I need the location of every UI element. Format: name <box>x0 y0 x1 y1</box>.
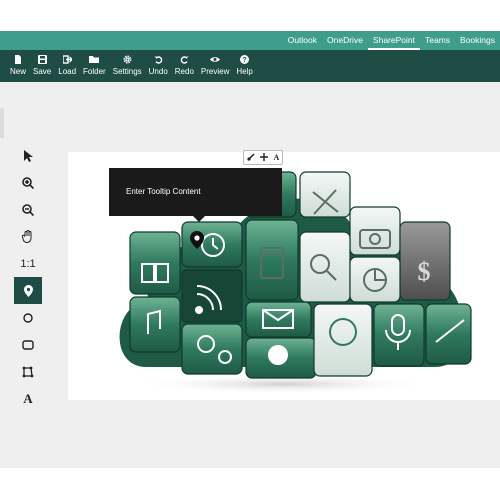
app-root: Outlook OneDrive SharePoint Teams Bookin… <box>0 0 500 500</box>
new-button[interactable]: New <box>10 50 26 82</box>
marker-tool[interactable] <box>14 277 42 304</box>
save-icon <box>37 55 47 66</box>
eye-icon <box>210 55 221 66</box>
left-edge-strip <box>0 108 4 138</box>
nav-link-onedrive[interactable]: OneDrive <box>322 31 368 50</box>
cursor-icon <box>24 149 33 162</box>
nav-link-sharepoint[interactable]: SharePoint <box>367 31 420 50</box>
load-icon <box>61 55 73 66</box>
save-button[interactable]: Save <box>33 50 51 82</box>
preview-button[interactable]: Preview <box>201 50 229 82</box>
zoom-out-icon <box>22 203 34 216</box>
rectangle-tool[interactable] <box>14 331 42 358</box>
help-button[interactable]: ? Help <box>236 50 253 82</box>
settings-button[interactable]: Settings <box>113 50 142 82</box>
undo-button-label: Undo <box>148 67 168 76</box>
pin-icon <box>23 284 33 297</box>
tooltip-text[interactable]: Enter Tooltip Content <box>126 187 201 196</box>
nav-link-outlook[interactable]: Outlook <box>283 31 322 50</box>
tool-palette: 1:1 A <box>14 142 42 412</box>
zoom-out-tool[interactable] <box>14 196 42 223</box>
nav-link-bookings[interactable]: Bookings <box>455 31 500 50</box>
zoom-in-icon <box>22 176 34 189</box>
undo-button[interactable]: Undo <box>149 50 168 82</box>
top-nav-links: Outlook OneDrive SharePoint Teams Bookin… <box>283 31 500 50</box>
gear-icon <box>123 55 132 66</box>
folder-button-label: Folder <box>83 67 106 76</box>
circle-tool[interactable] <box>14 304 42 331</box>
text-icon[interactable]: A <box>274 153 280 162</box>
tooltip-arrow <box>193 216 205 222</box>
rectangle-icon <box>22 339 34 350</box>
brush-icon[interactable] <box>247 152 255 163</box>
editor-toolbar: New Save Load Folder Settings Undo Redo … <box>0 50 500 82</box>
marker-mini-toolbar: A <box>243 150 283 165</box>
load-button[interactable]: Load <box>58 50 76 82</box>
folder-button[interactable]: Folder <box>83 50 106 82</box>
top-nav-bar: Outlook OneDrive SharePoint Teams Bookin… <box>0 31 500 53</box>
load-button-label: Load <box>58 67 77 76</box>
undo-icon <box>154 55 163 66</box>
new-button-label: New <box>10 67 27 76</box>
select-tool[interactable] <box>14 142 42 169</box>
save-button-label: Save <box>33 67 52 76</box>
text-tool[interactable]: A <box>14 385 42 412</box>
move-icon[interactable] <box>260 152 269 163</box>
text-tool-label: A <box>23 390 33 406</box>
actual-size-label: 1:1 <box>20 257 36 270</box>
settings-button-label: Settings <box>112 67 142 76</box>
zoom-in-tool[interactable] <box>14 169 42 196</box>
actual-size-tool[interactable]: 1:1 <box>14 250 42 277</box>
preview-button-label: Preview <box>200 67 230 76</box>
redo-button[interactable]: Redo <box>175 50 194 82</box>
pan-tool[interactable] <box>14 223 42 250</box>
map-pin-marker[interactable] <box>190 231 204 254</box>
redo-icon <box>180 55 189 66</box>
folder-icon <box>89 55 100 66</box>
nav-link-teams[interactable]: Teams <box>420 31 455 50</box>
help-button-label: Help <box>236 67 253 76</box>
file-icon <box>14 55 22 66</box>
polygon-icon <box>22 366 34 377</box>
tooltip-editor[interactable]: Enter Tooltip Content <box>109 168 282 222</box>
pin-icon <box>190 231 204 249</box>
svg-text:$: $ <box>418 257 431 286</box>
polygon-tool[interactable] <box>14 358 42 385</box>
help-icon: ? <box>240 55 250 66</box>
redo-button-label: Redo <box>174 67 194 76</box>
hand-icon <box>22 230 32 243</box>
circle-icon <box>23 312 33 323</box>
svg-text:?: ? <box>242 57 246 64</box>
